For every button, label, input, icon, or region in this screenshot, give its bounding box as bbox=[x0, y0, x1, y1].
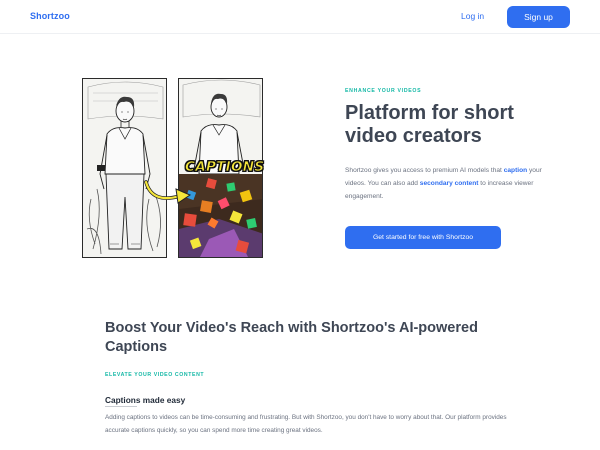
secondary-content-highlight: secondary content bbox=[419, 180, 479, 187]
site-header: Shortzoo Log in Sign up bbox=[0, 0, 600, 34]
section-title: Boost Your Video's Reach with Shortzoo's… bbox=[105, 320, 478, 355]
feature-description: Adding captions to videos can be time-co… bbox=[105, 414, 507, 434]
hero-description: Shortzoo gives you access to premium AI … bbox=[345, 164, 555, 203]
section-eyebrow: ELEVATE YOUR VIDEO CONTENT bbox=[105, 372, 205, 378]
sketch-man-image bbox=[83, 79, 166, 257]
feature-underline bbox=[105, 406, 137, 407]
arrow-graphic bbox=[144, 180, 192, 204]
get-started-button[interactable]: Get started for free with Shortzoo bbox=[345, 226, 501, 249]
logo[interactable]: Shortzoo bbox=[30, 11, 70, 21]
captions-label: CAPTIONS bbox=[185, 159, 265, 176]
hero-title: Platform for short video creators bbox=[345, 102, 514, 147]
signup-button[interactable]: Sign up bbox=[507, 6, 570, 28]
sketch-panel-left bbox=[82, 78, 167, 258]
caption-highlight: caption bbox=[503, 167, 528, 174]
feature-title: Captions made easy bbox=[105, 395, 186, 405]
hero-eyebrow: ENHANCE YOUR VIDEOS bbox=[345, 88, 422, 94]
hero-desc-text-1: Shortzoo gives you access to premium AI … bbox=[345, 167, 504, 174]
login-link[interactable]: Log in bbox=[461, 11, 484, 21]
hero-illustration: CAPTIONS bbox=[82, 78, 264, 260]
